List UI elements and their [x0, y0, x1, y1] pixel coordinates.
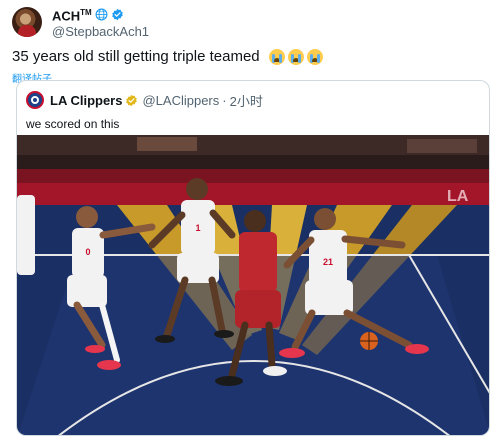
- name-row: ACHTM: [52, 5, 149, 24]
- gold-verified-icon: [126, 94, 138, 106]
- court-lettering: LA: [447, 188, 469, 205]
- tweet-header: ACHTM @StepbackAch1: [12, 5, 492, 39]
- trademark-suffix: TM: [80, 8, 92, 18]
- quoted-avatar[interactable]: [26, 91, 44, 109]
- separator-dot: ·: [222, 92, 227, 108]
- quoted-timestamp[interactable]: 2小时: [230, 91, 263, 110]
- author-block[interactable]: ACHTM @StepbackAch1: [52, 5, 149, 38]
- crying-face-emoji-icon: [306, 49, 323, 65]
- quoted-tweet-text: we scored on this: [26, 117, 120, 131]
- quoted-tweet-header: LA Clippers @LAClippers · 2小时: [17, 81, 489, 111]
- tweet-text-content: 35 years old still getting triple teamed: [12, 48, 260, 65]
- tweet: ACHTM @StepbackAch1 35 years old still g…: [0, 0, 500, 440]
- crying-face-emoji-icon: [287, 49, 304, 65]
- crying-face-emoji-icon: [268, 49, 285, 65]
- quoted-video-still[interactable]: LA 0 1 21: [17, 135, 490, 436]
- tweet-text: 35 years old still getting triple teamed: [12, 47, 492, 67]
- svg-text:21: 21: [323, 257, 333, 267]
- verified-icon: [111, 8, 123, 21]
- quoted-handle[interactable]: @LAClippers: [142, 93, 219, 108]
- svg-text:1: 1: [195, 223, 200, 233]
- quoted-display-name[interactable]: LA Clippers: [50, 93, 122, 108]
- avatar[interactable]: [12, 7, 42, 37]
- svg-text:0: 0: [85, 247, 90, 257]
- handle[interactable]: @StepbackAch1: [52, 24, 149, 39]
- quoted-tweet-card[interactable]: LA Clippers @LAClippers · 2小时 we scored …: [16, 80, 490, 436]
- display-name[interactable]: ACHTM: [52, 5, 92, 23]
- globe-icon: [95, 8, 108, 21]
